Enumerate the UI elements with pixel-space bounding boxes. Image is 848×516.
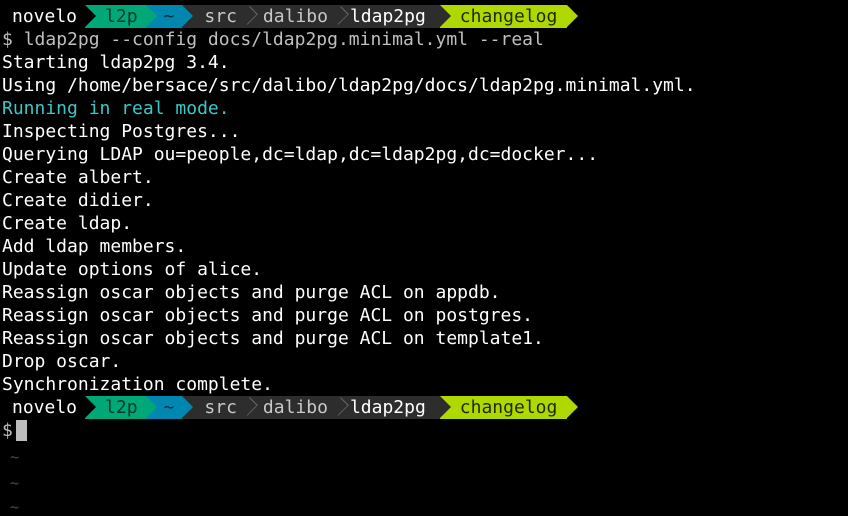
prompt-symbol: $ <box>2 420 13 441</box>
output-line: Synchronization complete. <box>2 374 273 395</box>
prompt-bar: novelo l2p ~ src dalibo ldap2pg changelo… <box>0 396 578 419</box>
prompt-branch: changelog <box>439 5 578 28</box>
prompt-host: novelo <box>0 396 97 419</box>
output-line: Querying LDAP ou=people,dc=ldap,dc=ldap2… <box>2 144 599 165</box>
output-line: Drop oscar. <box>2 351 122 372</box>
text-cursor[interactable] <box>15 420 27 441</box>
output-line: Create albert. <box>2 167 154 188</box>
empty-line-marker: ~ <box>10 448 20 466</box>
output-line: Update options of alice. <box>2 259 263 280</box>
output-line: Reassign oscar objects and purge ACL on … <box>2 305 534 326</box>
prompt-host: novelo <box>0 5 97 28</box>
prompt-path-segment: ldap2pg <box>341 396 451 419</box>
prompt-path-segment: dalibo <box>250 396 349 419</box>
command-text: ldap2pg --config docs/ldap2pg.minimal.ym… <box>23 29 544 50</box>
empty-line-marker: ~ <box>10 474 20 492</box>
prompt-symbol: $ <box>2 29 13 50</box>
prompt-path-segment: dalibo <box>250 5 349 28</box>
prompt-branch: changelog <box>439 396 578 419</box>
terminal-window[interactable]: novelo l2p ~ src dalibo ldap2pg changelo… <box>0 0 848 516</box>
output-line: Create ldap. <box>2 213 133 234</box>
output-line: Reassign oscar objects and purge ACL on … <box>2 328 544 349</box>
output-line: Add ldap members. <box>2 236 187 257</box>
input-line[interactable]: $ <box>2 419 27 442</box>
prompt-bar: novelo l2p ~ src dalibo ldap2pg changelo… <box>0 5 578 28</box>
prompt-path-segment: ldap2pg <box>341 5 451 28</box>
empty-line-marker: ~ <box>10 498 20 516</box>
output-line-info: Running in real mode. <box>2 98 230 119</box>
output-line: Inspecting Postgres... <box>2 121 241 142</box>
command-line: $ ldap2pg --config docs/ldap2pg.minimal.… <box>2 28 544 51</box>
output-line: Using /home/bersace/src/dalibo/ldap2pg/d… <box>2 75 696 96</box>
output-line: Starting ldap2pg 3.4. <box>2 52 230 73</box>
output-line: Reassign oscar objects and purge ACL on … <box>2 282 501 303</box>
output-line: Create didier. <box>2 190 154 211</box>
